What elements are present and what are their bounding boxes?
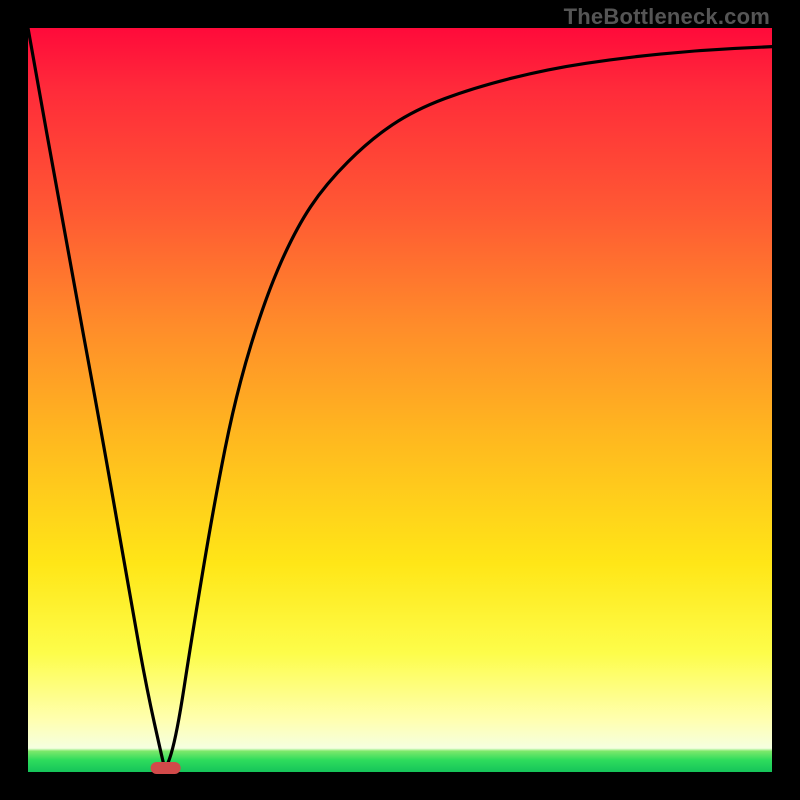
watermark-text: TheBottleneck.com: [564, 4, 770, 30]
minimum-marker: [151, 762, 181, 774]
chart-frame: TheBottleneck.com: [0, 0, 800, 800]
bottleneck-curve: [28, 28, 772, 772]
plot-area: [28, 28, 772, 772]
curve-line: [28, 28, 772, 767]
